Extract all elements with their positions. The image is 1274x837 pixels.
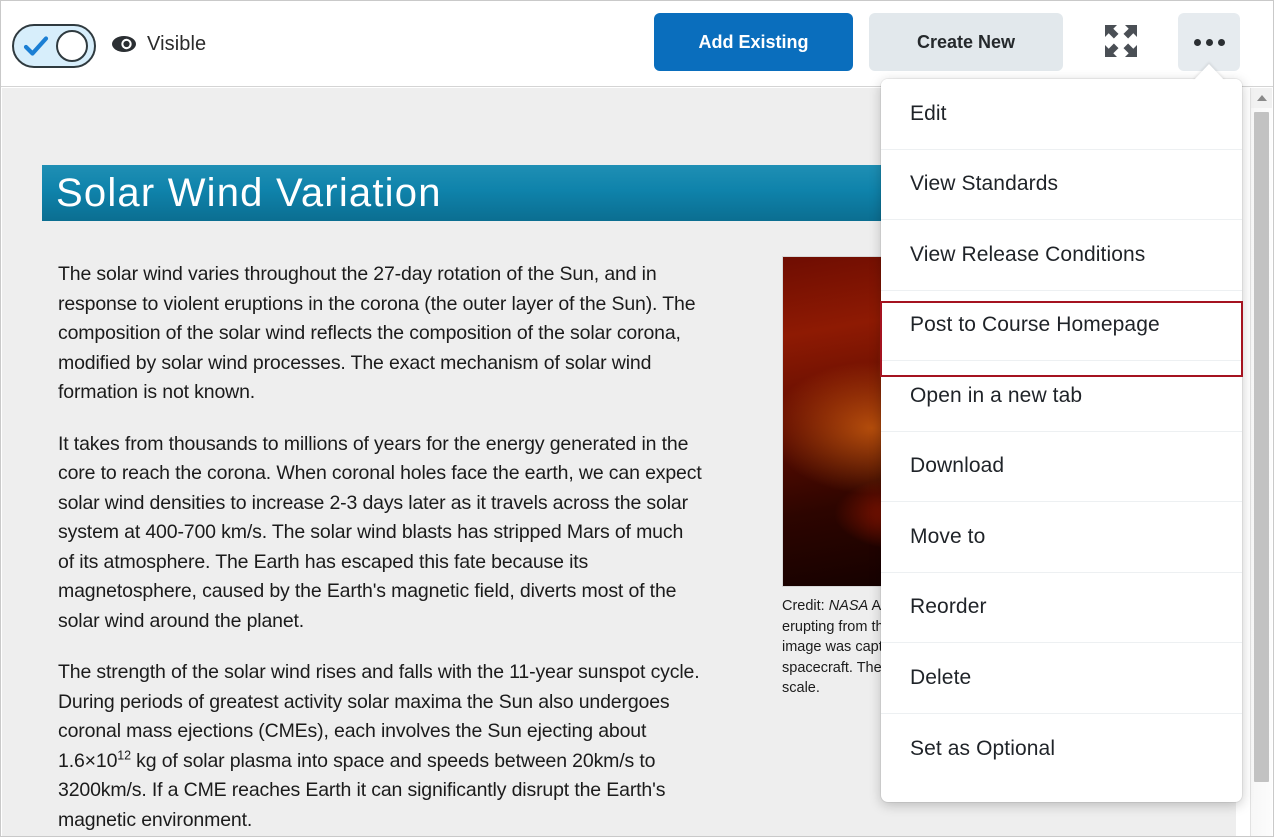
menu-item-view-release-conditions[interactable]: View Release Conditions <box>881 220 1242 291</box>
page-title: Solar Wind Variation <box>56 170 442 215</box>
caption-credit-source: NASA <box>828 598 869 614</box>
menu-item-post-to-course-homepage[interactable]: Post to Course Homepage <box>881 290 1242 361</box>
top-toolbar: Visible Add Existing Create New <box>1 1 1273 87</box>
menu-item-open-in-a-new-tab[interactable]: Open in a new tab <box>881 361 1242 432</box>
more-options-icon <box>1193 38 1225 46</box>
expand-button[interactable] <box>1091 13 1151 71</box>
paragraph-3-superscript: 12 <box>117 748 131 762</box>
paragraph-3-after: kg of solar plasma into space and speeds… <box>58 749 666 831</box>
scroll-up-arrow-icon[interactable] <box>1251 88 1272 108</box>
menu-caret-icon <box>1193 64 1225 81</box>
toggle-knob <box>56 29 88 62</box>
menu-item-edit[interactable]: Edit <box>881 79 1242 150</box>
menu-item-delete[interactable]: Delete <box>881 643 1242 714</box>
paragraph-3: The strength of the solar wind rises and… <box>58 658 703 835</box>
menu-item-reorder[interactable]: Reorder <box>881 572 1242 643</box>
menu-item-set-as-optional[interactable]: Set as Optional <box>881 713 1242 784</box>
menu-item-download[interactable]: Download <box>881 431 1242 502</box>
context-menu: Edit View Standards View Release Condition… <box>881 79 1242 802</box>
article-body: The solar wind varies throughout the 27-… <box>58 260 703 835</box>
paragraph-1: The solar wind varies throughout the 27-… <box>58 263 696 403</box>
scroll-thumb[interactable] <box>1254 112 1269 782</box>
caption-credit-prefix: Credit: <box>782 598 829 614</box>
expand-icon <box>1102 22 1140 63</box>
vertical-scrollbar[interactable] <box>1250 88 1272 836</box>
create-new-button[interactable]: Create New <box>869 13 1063 71</box>
visibility-toggle-wrapper <box>12 23 98 68</box>
visibility-toggle[interactable] <box>12 23 96 68</box>
paragraph-2: It takes from thousands to millions of y… <box>58 432 702 632</box>
more-options-button[interactable] <box>1178 13 1240 71</box>
visibility-label: Visible <box>147 32 207 55</box>
eye-icon <box>111 31 137 57</box>
add-existing-button[interactable]: Add Existing <box>654 13 853 71</box>
menu-item-move-to[interactable]: Move to <box>881 502 1242 573</box>
page-root: Visible Add Existing Create New Solar Wi… <box>0 0 1274 837</box>
menu-item-view-standards[interactable]: View Standards <box>881 149 1242 220</box>
visibility-status: Visible <box>111 31 206 57</box>
check-icon <box>22 32 50 60</box>
